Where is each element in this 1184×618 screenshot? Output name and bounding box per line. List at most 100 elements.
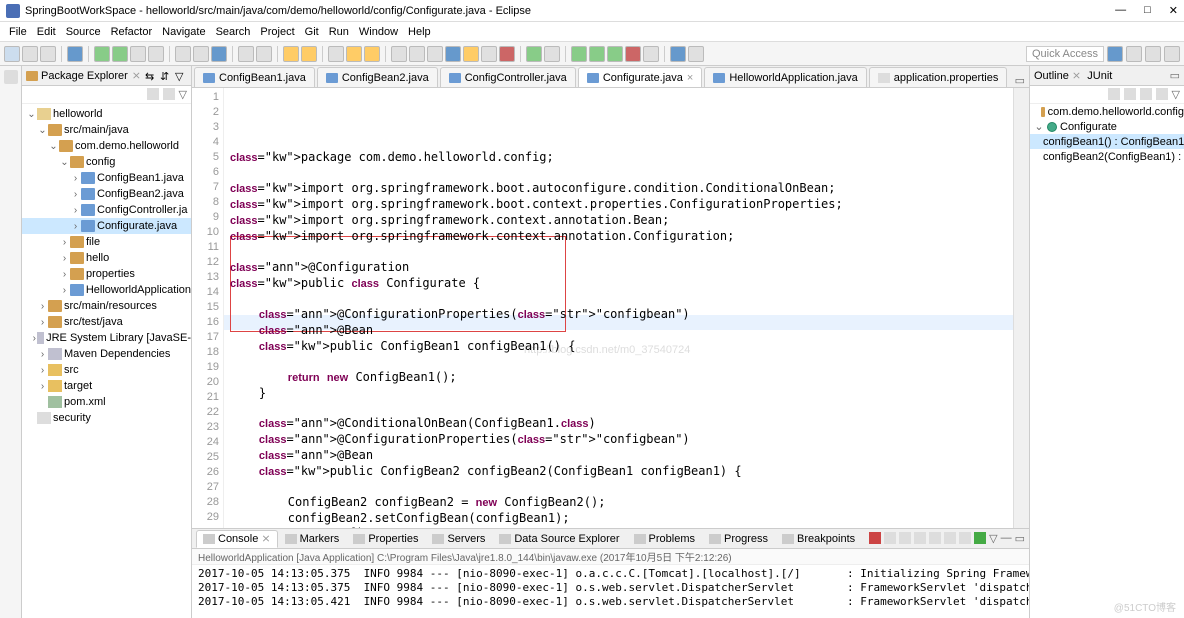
forward-button[interactable] <box>364 46 380 62</box>
toggle-mark-button[interactable] <box>256 46 272 62</box>
git-stash-button[interactable] <box>445 46 461 62</box>
tab-appproperties[interactable]: application.properties <box>869 67 1008 87</box>
debug-server-button[interactable] <box>589 46 605 62</box>
code-body[interactable]: class="kw">package com.demo.helloworld.c… <box>224 88 1013 528</box>
hide-fields-icon[interactable] <box>1124 88 1136 100</box>
hide-nonpublic-icon[interactable] <box>1156 88 1168 100</box>
console-output[interactable]: 2017-10-05 14:13:05.375 INFO 9984 --- [n… <box>192 565 1029 618</box>
minimize-button[interactable]: — <box>1115 4 1126 17</box>
btab-console[interactable]: Console⨯ <box>196 530 278 548</box>
save-all-button[interactable] <box>40 46 56 62</box>
new-button[interactable] <box>4 46 20 62</box>
project-tree[interactable]: ⌄helloworld ⌄src/main/java ⌄com.demo.hel… <box>22 104 191 618</box>
git-pull-button[interactable] <box>409 46 425 62</box>
btab-progress[interactable]: Progress <box>702 530 775 548</box>
menu-edit[interactable]: Edit <box>32 26 61 38</box>
run-last-button[interactable] <box>526 46 542 62</box>
btab-problems[interactable]: Problems <box>627 530 702 548</box>
menu-search[interactable]: Search <box>211 26 256 38</box>
display-sel-icon[interactable] <box>959 532 971 544</box>
hide-static-icon[interactable] <box>1140 88 1152 100</box>
stop-server-button[interactable] <box>625 46 641 62</box>
remove-launch-icon[interactable] <box>884 532 896 544</box>
open-type-button[interactable] <box>211 46 227 62</box>
menu-navigate[interactable]: Navigate <box>157 26 210 38</box>
git-rebase-button[interactable] <box>481 46 497 62</box>
skip-bp-button[interactable] <box>544 46 560 62</box>
last-edit-button[interactable] <box>328 46 344 62</box>
sort-icon[interactable] <box>1108 88 1120 100</box>
clear-console-icon[interactable] <box>914 532 926 544</box>
tree-pkg-config[interactable]: ⌄config <box>22 154 191 170</box>
close-button[interactable]: ✕ <box>1169 4 1178 17</box>
outline-tree[interactable]: com.demo.helloworld.config ⌄Configurate … <box>1030 104 1184 164</box>
publish-button[interactable] <box>643 46 659 62</box>
btab-markers[interactable]: Markers <box>278 530 347 548</box>
tree-src-main-java[interactable]: ⌄src/main/java <box>22 122 191 138</box>
outline-class[interactable]: ⌄Configurate <box>1030 119 1184 134</box>
menu-project[interactable]: Project <box>255 26 299 38</box>
git-merge-button[interactable] <box>499 46 515 62</box>
tab-configurate[interactable]: Configurate.java× <box>578 67 703 87</box>
btab-servers[interactable]: Servers <box>425 530 492 548</box>
tree-file-cc[interactable]: ›ConfigController.ja <box>22 202 191 218</box>
max-bottom-icon[interactable]: ▭ <box>1015 532 1025 545</box>
start-server-button[interactable] <box>571 46 587 62</box>
collapse-all-icon[interactable]: ⇆ <box>145 70 157 82</box>
tree-project[interactable]: ⌄helloworld <box>22 106 191 122</box>
new-java-button[interactable] <box>175 46 191 62</box>
quick-access-input[interactable]: Quick Access <box>1026 46 1104 62</box>
annotation-prev-button[interactable] <box>283 46 299 62</box>
menu-window[interactable]: Window <box>354 26 403 38</box>
outline-pkg[interactable]: com.demo.helloworld.config <box>1030 104 1184 119</box>
perspective-git-button[interactable] <box>1164 46 1180 62</box>
tree-pkg-file[interactable]: ›file <box>22 234 191 250</box>
menu-help[interactable]: Help <box>403 26 436 38</box>
switch-editor-button[interactable] <box>67 46 83 62</box>
tree-file-happ[interactable]: ›HelloworldApplication <box>22 282 191 298</box>
junit-tab[interactable]: JUnit <box>1087 70 1112 82</box>
perspective-debug-button[interactable] <box>1145 46 1161 62</box>
menu-git[interactable]: Git <box>300 26 324 38</box>
outline-method1[interactable]: configBean1() : ConfigBean1 <box>1030 134 1184 149</box>
pin-console-icon[interactable] <box>944 532 956 544</box>
tree-file-cfg[interactable]: ›Configurate.java <box>22 218 191 234</box>
tree-jre[interactable]: ›JRE System Library [JavaSE- <box>22 330 191 346</box>
new-server-button[interactable] <box>670 46 686 62</box>
tree-security[interactable]: security <box>22 410 191 426</box>
btab-breakpoints[interactable]: Breakpoints <box>775 530 862 548</box>
terminate-icon[interactable] <box>869 532 881 544</box>
tree-pom[interactable]: pom.xml <box>22 394 191 410</box>
tab-configbean2[interactable]: ConfigBean2.java <box>317 67 438 87</box>
tree-pkg-root[interactable]: ⌄com.demo.helloworld <box>22 138 191 154</box>
run-button[interactable] <box>112 46 128 62</box>
remove-all-icon[interactable] <box>899 532 911 544</box>
outline-menu-icon[interactable]: ▽ <box>1172 88 1180 101</box>
menu-refactor[interactable]: Refactor <box>106 26 158 38</box>
outline-min-icon[interactable]: ▭ <box>1170 69 1180 82</box>
maximize-editor-icon[interactable]: ▭ <box>1015 74 1025 87</box>
tab-configbean1[interactable]: ConfigBean1.java <box>194 67 315 87</box>
tree-pkg-properties[interactable]: ›properties <box>22 266 191 282</box>
git-push-button[interactable] <box>391 46 407 62</box>
tree-pkg-hello[interactable]: ›hello <box>22 250 191 266</box>
minimize-view-icon[interactable] <box>4 70 18 84</box>
annotation-next-button[interactable] <box>301 46 317 62</box>
open-console-icon[interactable] <box>974 532 986 544</box>
tab-helloworldapp[interactable]: HelloworldApplication.java <box>704 67 866 87</box>
perspective-javaee-button[interactable] <box>1126 46 1142 62</box>
console-menu-icon[interactable]: ▽ <box>989 532 997 545</box>
link-editor-icon[interactable]: ⇵ <box>160 70 172 82</box>
tree-target[interactable]: ›target <box>22 378 191 394</box>
filter-icon[interactable] <box>147 88 159 100</box>
git-reset-button[interactable] <box>463 46 479 62</box>
tree-src-test[interactable]: ›src/test/java <box>22 314 191 330</box>
menu-source[interactable]: Source <box>61 26 106 38</box>
min-bottom-icon[interactable]: — <box>1001 532 1012 545</box>
back-button[interactable] <box>346 46 362 62</box>
view-close-icon[interactable]: ⨯ <box>132 69 141 82</box>
tab-configcontroller[interactable]: ConfigController.java <box>440 67 576 87</box>
view-menu-icon[interactable]: ▽ <box>175 70 187 82</box>
tree-file-cb2[interactable]: ›ConfigBean2.java <box>22 186 191 202</box>
tab-close-icon[interactable]: × <box>687 72 693 84</box>
